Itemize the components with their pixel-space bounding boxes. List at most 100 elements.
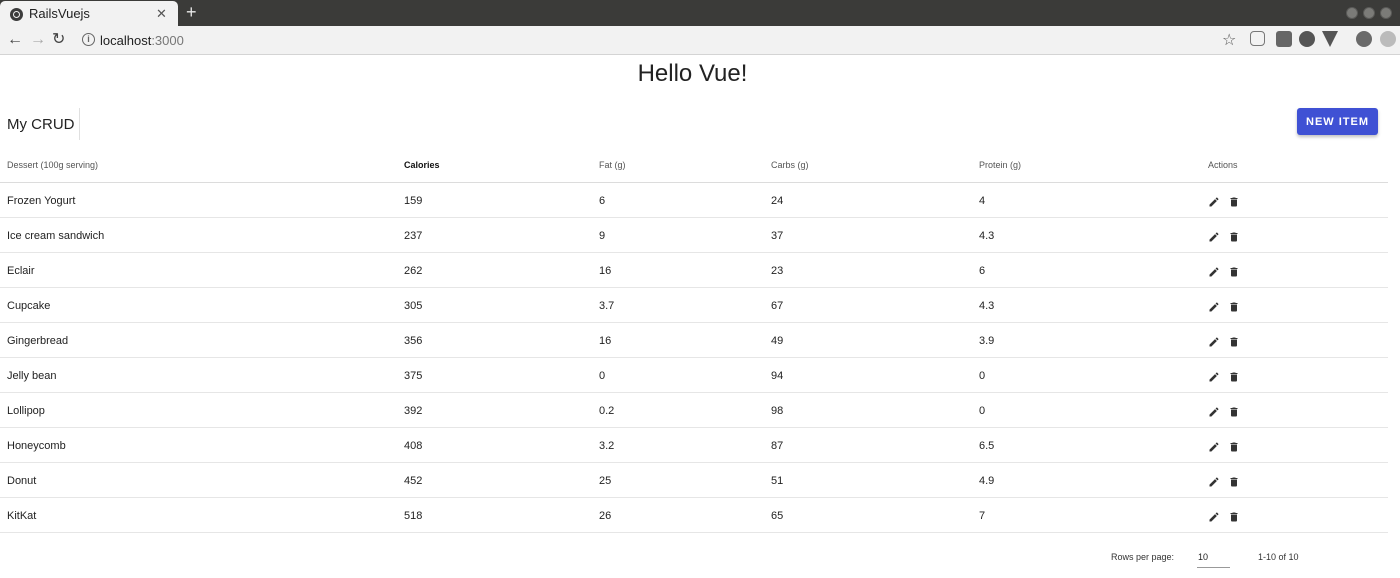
pencil-icon[interactable] [1208, 510, 1220, 522]
header-carbs[interactable]: Carbs (g) [771, 160, 809, 170]
cell-protein: 0 [979, 370, 986, 382]
header-calories[interactable]: Calories [404, 160, 440, 170]
cell-fat: 6 [599, 195, 606, 207]
table-row: KitKat 518 26 65 7 [0, 498, 1388, 533]
cell-carbs: 65 [771, 510, 784, 522]
reload-icon[interactable]: ↻ [52, 30, 65, 50]
cell-protein: 4 [979, 195, 986, 207]
cell-fat: 3.7 [599, 300, 615, 312]
delete-icon[interactable] [1228, 510, 1240, 522]
chrome-extension-icon[interactable] [1299, 31, 1315, 47]
delete-icon[interactable] [1228, 300, 1240, 312]
pencil-icon[interactable] [1208, 300, 1220, 312]
delete-icon[interactable] [1228, 230, 1240, 242]
close-window-icon[interactable] [1380, 7, 1392, 19]
bookmark-star-icon[interactable]: ☆ [1222, 30, 1236, 50]
header-dessert[interactable]: Dessert (100g serving) [7, 160, 98, 170]
cell-protein: 4.3 [979, 230, 995, 242]
menu-icon[interactable] [1380, 31, 1396, 47]
table-row: Jelly bean 375 0 94 0 [0, 358, 1388, 393]
pencil-icon[interactable] [1208, 335, 1220, 347]
cell-dessert: KitKat [7, 510, 37, 522]
globe-icon [10, 8, 23, 21]
extension-icon[interactable] [1250, 31, 1265, 46]
cell-calories: 452 [404, 475, 423, 487]
cell-carbs: 37 [771, 230, 784, 242]
cell-dessert: Honeycomb [7, 440, 66, 452]
pencil-icon[interactable] [1208, 405, 1220, 417]
cell-dessert: Cupcake [7, 300, 51, 312]
header-protein[interactable]: Protein (g) [979, 160, 1021, 170]
url-text: localhost:3000 [100, 33, 184, 48]
minimize-icon[interactable] [1346, 7, 1358, 19]
cell-dessert: Donut [7, 475, 37, 487]
cell-fat: 26 [599, 510, 612, 522]
cell-dessert: Frozen Yogurt [7, 195, 76, 207]
cell-fat: 9 [599, 230, 606, 242]
new-item-button[interactable]: NEW ITEM [1297, 108, 1378, 135]
header-fat[interactable]: Fat (g) [599, 160, 626, 170]
tab-title: RailsVuejs [29, 6, 90, 21]
delete-icon[interactable] [1228, 370, 1240, 382]
table-row: Lollipop 392 0.2 98 0 [0, 393, 1388, 428]
browser-tab[interactable]: RailsVuejs ✕ [0, 1, 178, 26]
cell-protein: 4.3 [979, 300, 995, 312]
table-row: Cupcake 305 3.7 67 4.3 [0, 288, 1388, 323]
delete-icon[interactable] [1228, 335, 1240, 347]
delete-icon[interactable] [1228, 265, 1240, 277]
table-row: Frozen Yogurt 159 6 24 4 [0, 183, 1388, 218]
cell-dessert: Ice cream sandwich [7, 230, 105, 242]
cell-calories: 159 [404, 195, 423, 207]
delete-icon[interactable] [1228, 195, 1240, 207]
pencil-icon[interactable] [1208, 195, 1220, 207]
cell-dessert: Eclair [7, 265, 35, 277]
profile-avatar[interactable] [1356, 31, 1372, 47]
close-tab-icon[interactable]: ✕ [156, 6, 167, 22]
cell-carbs: 98 [771, 405, 784, 417]
cell-protein: 6.5 [979, 440, 995, 452]
cell-dessert: Jelly bean [7, 370, 57, 382]
table-header: Dessert (100g serving) Calories Fat (g) … [0, 148, 1388, 183]
cell-carbs: 67 [771, 300, 784, 312]
cell-carbs: 51 [771, 475, 784, 487]
cell-calories: 392 [404, 405, 423, 417]
delete-icon[interactable] [1228, 440, 1240, 452]
table-row: Donut 452 25 51 4.9 [0, 463, 1388, 498]
window-controls [1346, 7, 1392, 19]
cell-calories: 262 [404, 265, 423, 277]
rows-per-page-select[interactable]: 10 [1197, 546, 1230, 568]
cell-calories: 375 [404, 370, 423, 382]
delete-icon[interactable] [1228, 405, 1240, 417]
address-bar[interactable]: i localhost:3000 ☆ [72, 29, 1240, 52]
table-row: Ice cream sandwich 237 9 37 4.3 [0, 218, 1388, 253]
cell-protein: 7 [979, 510, 986, 522]
vue-devtools-icon[interactable] [1322, 31, 1338, 47]
table-row: Eclair 262 16 23 6 [0, 253, 1388, 288]
cell-fat: 0.2 [599, 405, 615, 417]
maximize-icon[interactable] [1363, 7, 1375, 19]
cell-fat: 16 [599, 335, 612, 347]
toolbar-divider [79, 108, 80, 140]
cell-carbs: 23 [771, 265, 784, 277]
page-title: Hello Vue! [637, 60, 748, 87]
cell-calories: 237 [404, 230, 423, 242]
rows-per-page-label: Rows per page: [1111, 552, 1175, 562]
cell-carbs: 87 [771, 440, 784, 452]
pencil-icon[interactable] [1208, 370, 1220, 382]
cell-protein: 3.9 [979, 335, 995, 347]
back-arrow-icon[interactable]: ← [7, 30, 23, 50]
delete-icon[interactable] [1228, 475, 1240, 487]
browser-toolbar: ← → ↻ i localhost:3000 ☆ [0, 26, 1400, 55]
cell-carbs: 49 [771, 335, 784, 347]
cell-calories: 518 [404, 510, 423, 522]
new-tab-icon[interactable]: + [186, 2, 197, 23]
header-actions: Actions [1208, 160, 1238, 170]
forward-arrow-icon[interactable]: → [30, 30, 46, 50]
info-icon[interactable]: i [82, 33, 95, 46]
pencil-icon[interactable] [1208, 265, 1220, 277]
pencil-icon[interactable] [1208, 230, 1220, 242]
pencil-icon[interactable] [1208, 440, 1220, 452]
pencil-icon[interactable] [1208, 475, 1220, 487]
browser-tab-bar: RailsVuejs ✕ + [0, 0, 1400, 26]
cast-icon[interactable] [1276, 31, 1292, 47]
